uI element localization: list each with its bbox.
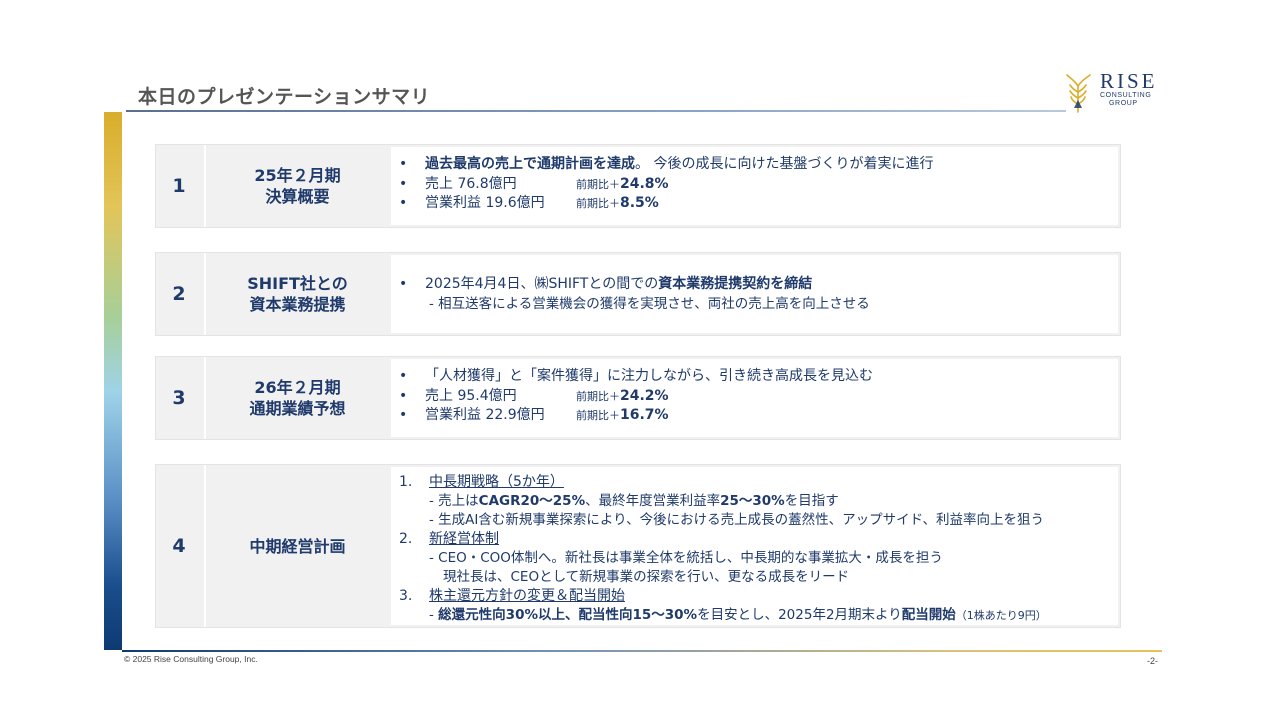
row-label-line-1: 中期経営計画 <box>249 536 346 556</box>
yoy-metric: 前期比＋24.8% <box>576 175 669 195</box>
metric-text: 売上 76.8億円 <box>425 175 517 192</box>
page-number: -2- <box>1147 656 1158 666</box>
sub-text: を目安とし、2025年2月期末より <box>697 607 902 623</box>
row-content: 1. 中長期戦略（5か年） - 売上はCAGR20～25%、最終年度営業利益率25… <box>391 467 1118 625</box>
sub-line: - 生成AI含む新規事業探索により、今後における売上成長の蓋然性、アップサイド、… <box>429 512 1045 528</box>
bullet-dot: • <box>399 156 408 172</box>
bullet-dot: • <box>399 407 408 423</box>
bullet-dot: • <box>399 387 408 404</box>
item-heading: 中長期戦略（5か年） <box>429 474 564 490</box>
sub-text: - <box>429 607 439 623</box>
row-number: 2 <box>172 283 186 305</box>
row-label-line-2: 決算概要 <box>265 187 330 206</box>
row-label-line-2: 資本業務提携 <box>249 295 346 314</box>
yoy-metric: 前期比＋24.2% <box>576 387 669 407</box>
row-label-line-1: 26年２月期 <box>254 378 341 397</box>
emphasis-text: 25～30% <box>720 493 785 509</box>
bullet-dot: • <box>399 276 408 292</box>
emphasis-text: 資本業務提携契約を締結 <box>658 276 813 292</box>
row-label-line-2: 通期業績予想 <box>249 399 346 418</box>
bullet-line: • 営業利益 22.9億円 前期比＋16.7% <box>399 406 1118 426</box>
bullet-line: • 2025年4月4日、㈱SHIFTとの間での資本業務提携契約を締結 <box>399 275 1118 295</box>
bullet-line: • 営業利益 19.6億円 前期比＋8.5% <box>399 194 1118 214</box>
sub-line: - 総還元性向30%以上、配当性向15～30%を目安とし、2025年2月期末より… <box>399 606 1118 625</box>
copyright: © 2025 Rise Consulting Group, Inc. <box>124 654 258 664</box>
body-text: 2025年4月4日、㈱SHIFTとの間での <box>425 276 659 292</box>
numbered-heading: 3. 株主還元方針の変更＆配当開始 <box>399 587 1118 606</box>
sub-line: - CEO・COO体制へ。新社長は事業全体を統括し、中長期的な事業拡大・成長を担… <box>429 550 943 566</box>
item-marker: 3. <box>399 588 413 604</box>
summary-row-1: 1 25年２月期 決算概要 • 過去最高の売上で通期計画を達成。 今後の成長に向け… <box>155 144 1121 228</box>
sub-line: - 相互送客による営業機会の獲得を実現させ、両社の売上高を向上させる <box>429 295 870 312</box>
yoy-label: 前期比＋ <box>576 409 620 422</box>
bullet-line: • 過去最高の売上で通期計画を達成。 今後の成長に向けた基盤づくりが着実に進行 <box>399 155 1118 175</box>
summary-row-2: 2 SHIFT社との 資本業務提携 • 2025年4月4日、㈱SHIFTとの間での… <box>155 252 1121 336</box>
bullet-dot: • <box>399 175 408 192</box>
logo-wordmark: RISE CONSULTING GROUP <box>1100 70 1158 108</box>
row-number: 3 <box>172 387 186 409</box>
item-heading: 新経営体制 <box>429 531 499 547</box>
bullet-dot: • <box>399 368 408 384</box>
footer-divider <box>122 650 1162 652</box>
emphasis-text: 過去最高の売上で通期計画を達成 <box>425 156 635 172</box>
summary-row-3: 3 26年２月期 通期業績予想 • 「人材獲得」と「案件獲得」に注力しながら、引き… <box>155 356 1121 440</box>
yoy-value: 24.2% <box>620 387 669 404</box>
yoy-label: 前期比＋ <box>576 177 620 191</box>
row-label-line-1: 25年２月期 <box>254 166 341 185</box>
title-divider <box>126 110 1066 112</box>
item-heading: 株主還元方針の変更＆配当開始 <box>429 588 625 604</box>
row-number: 1 <box>172 175 186 197</box>
emphasis-text: 総還元性向30%以上、配当性向15～30% <box>438 607 698 623</box>
summary-row-4: 4 中期経営計画 1. 中長期戦略（5か年） - 売上はCAGR20～25%、最終… <box>155 464 1121 628</box>
emphasis-text: 配当開始 <box>901 607 956 623</box>
item-marker: 1. <box>399 474 413 490</box>
body-text: 。 今後の成長に向けた基盤づくりが着実に進行 <box>635 156 934 172</box>
row-content: • 2025年4月4日、㈱SHIFTとの間での資本業務提携契約を締結 - 相互送客… <box>391 255 1118 333</box>
sub-text: を目指す <box>784 493 839 509</box>
sub-text: 、最終年度営業利益率 <box>585 493 721 509</box>
metric-text: 営業利益 22.9億円 <box>425 407 545 423</box>
yoy-value: 8.5% <box>620 195 659 211</box>
row-label-line-1: SHIFT社との <box>247 274 348 293</box>
bullet-dot: • <box>399 195 408 211</box>
sub-line: 現社長は、CEOとして新規事業の探索を行い、更なる成長をリード <box>443 569 850 585</box>
gradient-side-bar <box>104 112 122 650</box>
yoy-value: 24.8% <box>620 175 669 192</box>
logo-sub2: GROUP <box>1109 100 1138 107</box>
row-content: • 「人材獲得」と「案件獲得」に注力しながら、引き続き高成長を見込む • 売上 95… <box>391 359 1118 437</box>
yoy-metric: 前期比＋8.5% <box>576 194 659 214</box>
row-content: • 過去最高の売上で通期計画を達成。 今後の成長に向けた基盤づくりが着実に進行 •… <box>391 147 1118 225</box>
bullet-line: • 「人材獲得」と「案件獲得」に注力しながら、引き続き高成長を見込む <box>399 367 1118 387</box>
sub-line: - 売上はCAGR20～25%、最終年度営業利益率25～30%を目指す <box>399 492 1118 511</box>
bullet-line: • 売上 95.4億円 前期比＋24.2% <box>399 387 1118 407</box>
row-label: SHIFT社との 資本業務提携 <box>204 253 389 335</box>
yoy-label: 前期比＋ <box>576 389 620 403</box>
yoy-metric: 前期比＋16.7% <box>576 406 669 426</box>
bullet-line: • 売上 76.8億円 前期比＋24.8% <box>399 175 1118 195</box>
row-label: 25年２月期 決算概要 <box>204 145 389 227</box>
yoy-value: 16.7% <box>620 407 669 423</box>
row-label: 中期経営計画 <box>204 465 389 627</box>
row-label: 26年２月期 通期業績予想 <box>204 357 389 439</box>
page-title: 本日のプレゼンテーションサマリ <box>138 86 431 108</box>
metric-text: 売上 95.4億円 <box>425 387 517 404</box>
emphasis-text: CAGR20～25% <box>478 493 586 509</box>
sub-text: - 売上は <box>429 493 479 509</box>
item-marker: 2. <box>399 531 413 547</box>
note-text: （1株あたり9円） <box>955 609 1047 622</box>
numbered-heading: 2. 新経営体制 <box>399 530 1118 549</box>
yoy-label: 前期比＋ <box>576 197 620 210</box>
logo-name: RISE <box>1100 69 1158 93</box>
logo-sub1: CONSULTING <box>1100 92 1152 99</box>
row-number: 4 <box>172 535 186 557</box>
numbered-heading: 1. 中長期戦略（5か年） <box>399 473 1118 492</box>
body-text: 「人材獲得」と「案件獲得」に注力しながら、引き続き高成長を見込む <box>425 368 873 384</box>
metric-text: 営業利益 19.6億円 <box>425 195 545 211</box>
